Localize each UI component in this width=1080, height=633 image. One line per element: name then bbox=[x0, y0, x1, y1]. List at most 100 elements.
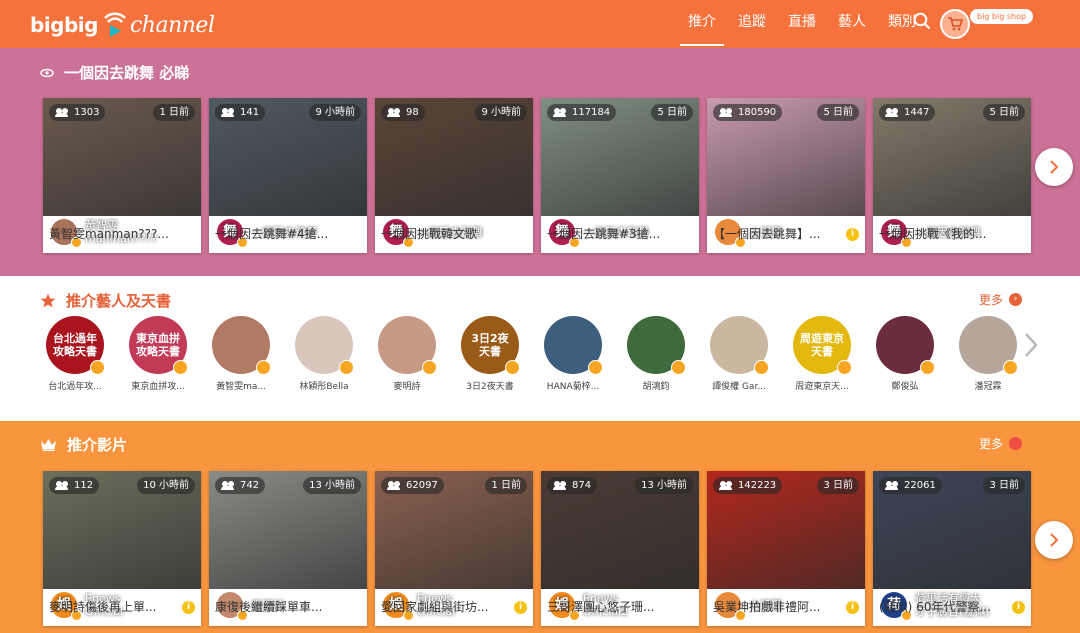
artist-avatar: 周遊東京 天書 bbox=[793, 316, 852, 375]
artist-item[interactable]: 周遊東京 天書 周遊東京天... bbox=[793, 316, 852, 392]
time-ago-badge: 13 小時前 bbox=[303, 477, 361, 494]
video-title[interactable]: 一個因去跳舞#3搶... bbox=[541, 216, 699, 253]
info-icon[interactable]: i bbox=[846, 601, 859, 614]
video-title[interactable]: (疑似) 60年代警察... i bbox=[873, 589, 1031, 626]
artist-item[interactable]: 黃智雯ma... bbox=[212, 316, 271, 392]
view-count: 141 bbox=[240, 107, 260, 118]
video-title[interactable]: 一個因挑戰《我的... bbox=[873, 216, 1031, 253]
video-title[interactable]: 【一個因去跳舞】... i bbox=[707, 216, 865, 253]
search-icon[interactable] bbox=[913, 12, 931, 30]
artist-name: 台北過年攻... bbox=[48, 382, 102, 392]
artist-item[interactable]: 3日2夜 天書 3日2夜天書 bbox=[461, 316, 520, 392]
verified-badge-icon bbox=[588, 360, 603, 375]
video-card[interactable]: 1303 1 日前 黃智雯 manman???? 黃智雯manman???... bbox=[43, 98, 201, 253]
section-title-text: 推介藝人及天書 bbox=[66, 292, 172, 310]
nav-live[interactable]: 直播 bbox=[780, 0, 824, 48]
artist-name: 黃智雯ma... bbox=[216, 382, 266, 392]
video-card[interactable]: 141 9 小時前舞一個因去跳舞 一個因去跳舞#4搶... bbox=[209, 98, 367, 253]
more-link[interactable]: 更多 › bbox=[979, 291, 1022, 308]
video-card[interactable]: 180590 5 日前 大明猩 【一個因去跳舞】... i bbox=[707, 98, 865, 253]
section-title: 一個因去跳舞 必睇 bbox=[40, 62, 189, 83]
video-card[interactable]: 742 13 小時前 麥明詩 康復後繼續踩單車... bbox=[209, 471, 367, 626]
bigbig-shop-link[interactable]: big big shop bbox=[970, 9, 1034, 24]
nav-recommend[interactable]: 推介 bbox=[680, 0, 724, 46]
video-card[interactable]: 22061 3 日前荷荷里活有個大 才子廣告(疑似) (疑似) 60年代警察... i bbox=[873, 471, 1031, 626]
video-card[interactable]: 142223 3 日前 大明猩 吳業坤拍戲非禮阿... i bbox=[707, 471, 865, 626]
artist-avatar bbox=[627, 316, 686, 375]
artist-item[interactable]: 麥明詩 bbox=[378, 316, 437, 392]
video-title[interactable]: 吳業坤拍戲非禮阿... i bbox=[707, 589, 865, 626]
info-icon[interactable]: i bbox=[182, 601, 195, 614]
time-ago-badge: 3 日前 bbox=[817, 477, 859, 494]
viewers-icon bbox=[387, 481, 401, 490]
video-card-row: 112 10 小時前娛 Enews Official 麥明詩傷後再上單... i 742 1… bbox=[43, 471, 1033, 627]
star-icon bbox=[40, 293, 56, 308]
time-ago-badge: 10 小時前 bbox=[137, 477, 195, 494]
artist-item[interactable]: HANA菊梓... bbox=[544, 316, 603, 392]
viewers-icon bbox=[719, 481, 733, 490]
recommended-artists-section: 推介藝人及天書 更多 › 台北過年 攻略天書台北過年攻... 東京血拼 攻略天書東… bbox=[0, 276, 1080, 421]
info-icon[interactable]: i bbox=[1012, 601, 1025, 614]
view-count: 98 bbox=[406, 107, 419, 118]
chevron-right-icon[interactable] bbox=[1022, 331, 1040, 359]
video-card[interactable]: 98 9 小時前舞一個因去跳舞 一個因挑戰韓文歌 bbox=[375, 98, 533, 253]
view-count-badge: 112 bbox=[49, 477, 100, 494]
view-count-badge: 874 bbox=[547, 477, 598, 494]
viewers-icon bbox=[55, 108, 69, 117]
verified-badge-icon bbox=[422, 360, 437, 375]
video-card[interactable]: 112 10 小時前娛 Enews Official 麥明詩傷後再上單... i bbox=[43, 471, 201, 626]
view-count-badge: 98 bbox=[381, 104, 425, 121]
more-link[interactable]: 更多 bbox=[979, 435, 1022, 452]
verified-badge-icon bbox=[505, 360, 520, 375]
info-icon[interactable]: i bbox=[514, 601, 527, 614]
artist-item[interactable]: 台北過年 攻略天書台北過年攻... bbox=[46, 316, 105, 392]
bigbigchannel-logo[interactable]: bigbig channel bbox=[30, 9, 215, 41]
viewers-icon bbox=[387, 108, 401, 117]
artist-name: HANA菊梓... bbox=[546, 382, 600, 392]
video-title[interactable]: 三哥澤團心悠子珊... bbox=[541, 589, 699, 626]
video-card[interactable]: 62097 1 日前娛 Enews Official 愛回家劇組與街坊... i bbox=[375, 471, 533, 626]
nav-follow[interactable]: 追蹤 bbox=[730, 0, 774, 48]
view-count: 874 bbox=[572, 480, 592, 491]
artist-item[interactable]: 鄭俊弘 bbox=[876, 316, 935, 392]
cart-glyph-icon bbox=[948, 17, 963, 31]
video-title[interactable]: 康復後繼續踩單車... bbox=[209, 589, 367, 626]
next-arrow-button[interactable] bbox=[1035, 148, 1073, 186]
video-title-text: (疑似) 60年代警察... bbox=[879, 600, 991, 614]
viewers-icon bbox=[553, 481, 567, 490]
artist-name: 麥明詩 bbox=[393, 382, 421, 392]
video-title[interactable]: 麥明詩傷後再上單... i bbox=[43, 589, 201, 626]
artist-item[interactable]: 東京血拼 攻略天書 東京血拼攻... bbox=[129, 316, 188, 392]
video-card[interactable]: 1447 5 日前舞一個因去跳舞 一個因挑戰《我的... bbox=[873, 98, 1031, 253]
video-title[interactable]: 一個因去跳舞#4搶... bbox=[209, 216, 367, 253]
verified-badge-icon bbox=[837, 360, 852, 375]
logo-text-right: channel bbox=[129, 12, 215, 38]
arrow-right-icon bbox=[1009, 437, 1022, 450]
view-count: 117184 bbox=[572, 107, 611, 118]
verified-badge-icon bbox=[256, 360, 271, 375]
video-title[interactable]: 黃智雯manman???... bbox=[43, 216, 201, 253]
verified-badge-icon bbox=[90, 360, 105, 375]
video-title-text: 一個因去跳舞#4搶... bbox=[215, 227, 329, 241]
artist-item[interactable]: 林穎彤Bella bbox=[295, 316, 354, 392]
next-arrow-button[interactable] bbox=[1035, 521, 1073, 559]
verified-badge-icon bbox=[1003, 360, 1018, 375]
info-icon[interactable]: i bbox=[846, 228, 859, 241]
nav-artists[interactable]: 藝人 bbox=[830, 0, 874, 48]
cart-icon[interactable] bbox=[940, 9, 970, 39]
artist-avatar bbox=[378, 316, 437, 375]
artist-item[interactable]: 潘冠霖 bbox=[959, 316, 1018, 392]
artist-item[interactable]: 胡鴻鈞 bbox=[627, 316, 686, 392]
video-card[interactable]: 874 13 小時前娛 Enews Official2 三哥澤團心悠子珊... bbox=[541, 471, 699, 626]
view-count-badge: 141 bbox=[215, 104, 266, 121]
video-title-text: 愛回家劇組與街坊... bbox=[381, 600, 489, 614]
artist-avatar: 台北過年 攻略天書 bbox=[46, 316, 105, 375]
video-title[interactable]: 愛回家劇組與街坊... i bbox=[375, 589, 533, 626]
video-title[interactable]: 一個因挑戰韓文歌 bbox=[375, 216, 533, 253]
video-title-text: 三哥澤團心悠子珊... bbox=[547, 600, 655, 614]
viewers-icon bbox=[553, 108, 567, 117]
video-card[interactable]: 117184 5 日前舞一個因去跳舞 一個因去跳舞#3搶... bbox=[541, 98, 699, 253]
view-count: 22061 bbox=[904, 480, 936, 491]
artist-item[interactable]: 譚俊權 Gar... bbox=[710, 316, 769, 392]
video-title-text: 【一個因去跳舞】... bbox=[713, 227, 821, 241]
